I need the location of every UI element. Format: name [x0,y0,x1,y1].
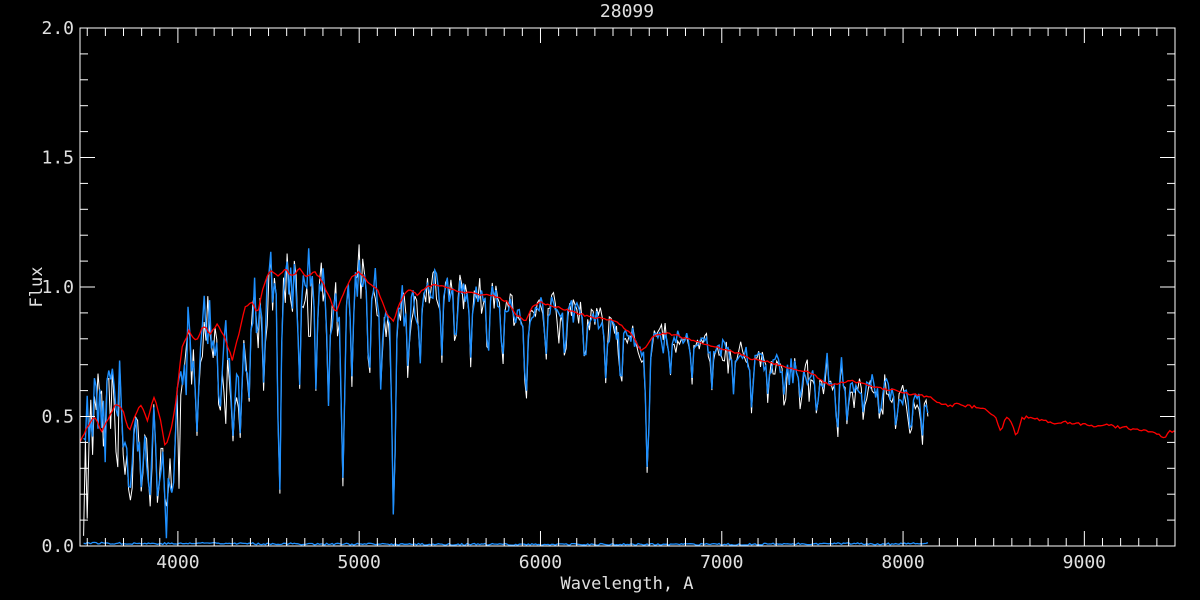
y-axis-label: Flux [27,267,47,308]
x-axis-label: Wavelength, A [560,574,693,594]
error-spectrum-blue [83,541,929,547]
chart-title: 28099 [600,1,654,22]
spectrum-plot-window: 4000 5000 6000 7000 8000 9000 0.0 0.5 1.0 1.5 2.0 … [0,0,1200,600]
spectrum-chart: 4000 5000 6000 7000 8000 90000.00.51.01.52.0 … [27,1,1176,594]
x-tick-label: 8000 [881,552,924,573]
plot-frame [79,27,1176,547]
x-tick-label: 5000 [338,552,381,573]
observed-spectrum-blue [83,248,929,539]
x-tick-label: 9000 [1063,552,1106,573]
x-tick-label: 4000 [156,552,199,573]
spectrum-series-group [79,244,1175,547]
y-tick-label: 2.0 [41,18,74,39]
x-tick-label: 6000 [519,552,562,573]
y-tick-label: 0.0 [41,536,74,557]
axes-group: 4000 5000 6000 7000 8000 90000.00.51.01.52.0 [41,18,1176,573]
y-tick-label: 1.5 [41,148,74,169]
y-tick-label: 0.5 [41,407,74,428]
x-tick-label: 7000 [700,552,743,573]
